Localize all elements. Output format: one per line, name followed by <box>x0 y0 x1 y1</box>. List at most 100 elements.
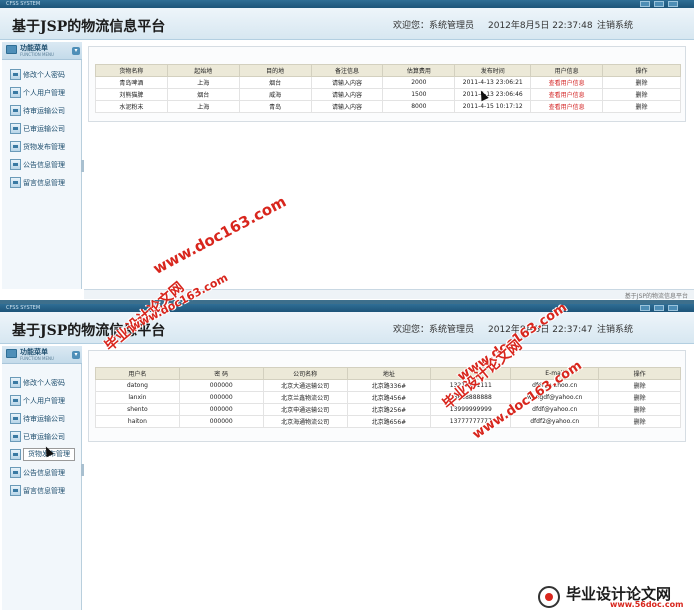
menu-icon <box>10 87 21 98</box>
window-titlebar: CFSS SYSTEM <box>0 304 694 312</box>
column-header: 估算费用 <box>382 64 456 77</box>
column-header: 公司名称 <box>262 367 348 380</box>
company-name: 北京兰鑫物流公司 <box>262 391 348 404</box>
phone: 13999999999 <box>430 403 512 416</box>
remark: 请输入内容 <box>310 88 384 101</box>
sidebar-item-notice-management[interactable]: 公告信息管理 <box>10 466 80 479</box>
phone: 13888888888 <box>430 391 512 404</box>
username: lanxin <box>95 391 180 404</box>
table-header-row: 用户名 密 码 公司名称 地址 E-mail 操作 <box>95 367 681 380</box>
company-name: 北京申通运输公司 <box>262 403 348 416</box>
table-row: shento 000000 北京申通运输公司 北京路256# 139999999… <box>95 403 681 416</box>
phone: 13777777777 <box>430 415 512 428</box>
logo-icon <box>538 586 560 608</box>
email: wangdf@yahoo.cn <box>510 391 600 404</box>
email: dfdf@yahoo.cn <box>510 403 600 416</box>
menu-icon <box>6 349 17 358</box>
password: 000000 <box>178 391 264 404</box>
password: 000000 <box>178 403 264 416</box>
window-control-icon[interactable] <box>640 1 650 7</box>
window-title: CFSS SYSTEM <box>6 305 41 311</box>
window-control-icon[interactable] <box>640 305 650 311</box>
sidebar-item-pending-companies[interactable]: 待审运输公司 <box>10 412 80 425</box>
view-user-info-link[interactable]: 查看用户信息 <box>530 88 604 101</box>
cargo-table: 货物名称 起始地 目的地 备注信息 估算费用 发布时间 用户信息 操作 青岛啤酒… <box>95 64 681 113</box>
username: haiton <box>95 415 180 428</box>
delete-link[interactable]: 删除 <box>598 415 681 428</box>
table-row: 刘熊猫脾 烟台 威海 请输入内容 1500 2011-4-13 23:06:46… <box>95 88 681 101</box>
menu-icon <box>10 123 21 134</box>
menu-icon <box>10 177 21 188</box>
logout-link[interactable]: 注销系统 <box>597 18 633 31</box>
view-user-info-link[interactable]: 查看用户信息 <box>530 76 604 89</box>
column-header: 地址 <box>346 367 432 380</box>
menu-header: 功能菜单 FUNCTION MENU ▾ <box>2 42 82 60</box>
password: 000000 <box>178 415 264 428</box>
origin: 烟台 <box>166 88 240 101</box>
sidebar-item-change-password[interactable]: 修改个人密码 <box>10 68 80 81</box>
estimated-cost: 1500 <box>382 88 456 101</box>
column-header: 货物名称 <box>95 64 168 77</box>
sidebar: 功能菜单 FUNCTION MENU ▾ 修改个人密码 个人用户管理 待审运输公… <box>2 346 82 610</box>
estimated-cost: 8000 <box>382 100 456 113</box>
chevron-down-icon[interactable]: ▾ <box>72 47 80 55</box>
address: 北京路456# <box>346 391 432 404</box>
delete-link[interactable]: 删除 <box>602 88 681 101</box>
sidebar-item-approved-companies[interactable]: 已审运输公司 <box>10 430 80 443</box>
sidebar-item-change-password[interactable]: 修改个人密码 <box>10 376 80 389</box>
page-header: 基于JSP的物流信息平台 欢迎您：系统管理员 2012年8月5日 22:37:4… <box>0 312 694 344</box>
sidebar-item-message-management[interactable]: 留言信息管理 <box>10 176 80 189</box>
welcome-text: 欢迎您：系统管理员 <box>393 325 475 335</box>
cargo-name: 刘熊猫脾 <box>95 88 168 101</box>
site-title: 基于JSP的物流信息平台 <box>12 323 166 339</box>
column-header: 操作 <box>602 64 681 77</box>
sidebar-item-approved-companies[interactable]: 已审运输公司 <box>10 122 80 135</box>
delete-link[interactable]: 删除 <box>598 379 681 392</box>
menu-subtitle: FUNCTION MENU <box>20 356 54 361</box>
delete-link[interactable]: 删除 <box>602 100 681 113</box>
table-header-row: 货物名称 起始地 目的地 备注信息 估算费用 发布时间 用户信息 操作 <box>95 64 681 77</box>
sidebar-item-message-management[interactable]: 留言信息管理 <box>10 484 80 497</box>
page-header: 基于JSP的物流信息平台 欢迎您：系统管理员 2012年8月5日 22:37:4… <box>0 8 694 40</box>
window-control-icon[interactable] <box>668 305 678 311</box>
company-table: 用户名 密 码 公司名称 地址 E-mail 操作 datong 000000 … <box>95 367 681 428</box>
column-header: 用户信息 <box>530 64 604 77</box>
username: datong <box>95 379 180 392</box>
chevron-down-icon[interactable]: ▾ <box>72 351 80 359</box>
address: 北京路336# <box>346 379 432 392</box>
sidebar-item-user-management[interactable]: 个人用户管理 <box>10 86 80 99</box>
view-user-info-link[interactable]: 查看用户信息 <box>530 100 604 113</box>
delete-link[interactable]: 删除 <box>598 403 681 416</box>
site-title: 基于JSP的物流信息平台 <box>12 19 166 35</box>
logout-link[interactable]: 注销系统 <box>597 322 633 335</box>
main-content: 用户名 密 码 公司名称 地址 E-mail 操作 datong 000000 … <box>84 346 694 610</box>
window-control-icon[interactable] <box>668 1 678 7</box>
delete-link[interactable]: 删除 <box>602 76 681 89</box>
address: 北京路656# <box>346 415 432 428</box>
publish-time: 2011-4-13 23:06:46 <box>454 88 532 101</box>
sidebar-item-notice-management[interactable]: 公告信息管理 <box>10 158 80 171</box>
screenshot-1: CFSS SYSTEM 基于JSP的物流信息平台 欢迎您：系统管理员 2012年… <box>0 0 694 300</box>
screenshot-2: CFSS SYSTEM 基于JSP的物流信息平台 欢迎您：系统管理员 2012年… <box>0 304 694 613</box>
current-datetime: 2012年8月5日 22:37:47 <box>488 325 593 335</box>
origin: 上海 <box>166 100 240 113</box>
sidebar-item-user-management[interactable]: 个人用户管理 <box>10 394 80 407</box>
table-row: datong 000000 北京大通运输公司 北京路336# 132111111… <box>95 379 681 392</box>
sidebar-item-cargo-management[interactable]: 货物发布管理 <box>10 140 80 153</box>
phone: 13211111111 <box>430 379 512 392</box>
publish-time: 2011-4-13 23:06:21 <box>454 76 532 89</box>
email: dfdf2@yahoo.cn <box>510 415 600 428</box>
destination: 青岛 <box>238 100 312 113</box>
menu-icon <box>10 69 21 80</box>
cargo-name: 水泥粉末 <box>95 100 168 113</box>
delete-link[interactable]: 删除 <box>598 391 681 404</box>
cargo-list-panel: 货物名称 起始地 目的地 备注信息 估算费用 发布时间 用户信息 操作 青岛啤酒… <box>88 46 686 122</box>
sidebar: 功能菜单 FUNCTION MENU ▾ 修改个人密码 个人用户管理 待审运输公… <box>2 42 82 289</box>
logo-url: www.56doc.com <box>610 600 684 609</box>
window-control-icon[interactable] <box>654 305 664 311</box>
menu-icon <box>10 395 21 406</box>
window-control-icon[interactable] <box>654 1 664 7</box>
origin: 上海 <box>166 76 240 89</box>
table-row: 水泥粉末 上海 青岛 请输入内容 8000 2011-4-15 10:17:12… <box>95 100 681 113</box>
sidebar-item-pending-companies[interactable]: 待审运输公司 <box>10 104 80 117</box>
